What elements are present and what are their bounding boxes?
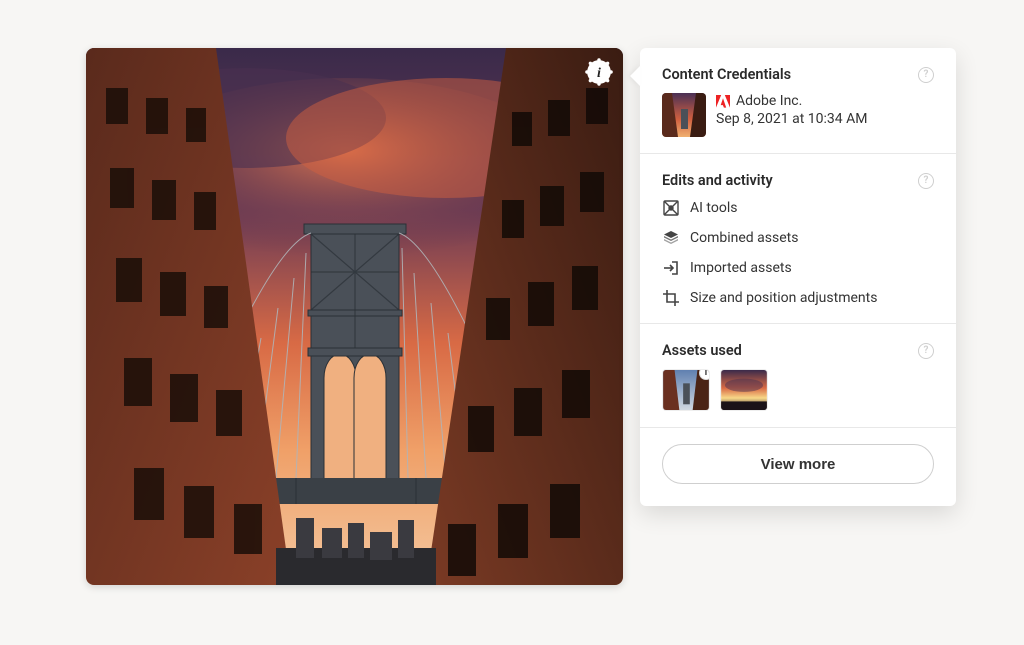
ai-tools-icon: [662, 199, 680, 217]
activity-ai-tools: AI tools: [662, 199, 934, 217]
popover-footer: View more: [640, 427, 956, 506]
help-icon[interactable]: ?: [918, 173, 934, 189]
asset-thumbnail[interactable]: [720, 369, 768, 411]
content-credentials-badge[interactable]: i: [585, 58, 613, 86]
info-glyph: i: [597, 66, 601, 81]
credentials-title: Content Credentials: [662, 66, 791, 83]
edits-title: Edits and activity: [662, 172, 773, 189]
import-icon: [662, 259, 680, 277]
layers-icon: [662, 229, 680, 247]
activity-label: Combined assets: [690, 230, 798, 246]
view-more-button[interactable]: View more: [662, 444, 934, 484]
adobe-logo-icon: [716, 95, 730, 108]
content-credentials-popover: Content Credentials ?: [640, 48, 956, 506]
main-image: i: [86, 48, 623, 585]
asset-thumbnail[interactable]: i: [662, 369, 710, 411]
info-icon: i: [699, 369, 710, 380]
assets-title: Assets used: [662, 342, 742, 359]
activity-size-position: Size and position adjustments: [662, 289, 934, 307]
credentials-section: Content Credentials ?: [640, 48, 956, 153]
edits-section: Edits and activity ? AI tools: [640, 153, 956, 323]
activity-label: Imported assets: [690, 260, 792, 276]
help-icon[interactable]: ?: [918, 343, 934, 359]
activity-label: AI tools: [690, 200, 737, 216]
assets-section: Assets used ? i: [640, 323, 956, 427]
activity-imported-assets: Imported assets: [662, 259, 934, 277]
crop-icon: [662, 289, 680, 307]
producer-name: Adobe Inc.: [736, 93, 802, 109]
credential-thumbnail: [662, 93, 706, 137]
activity-label: Size and position adjustments: [690, 290, 877, 306]
help-icon[interactable]: ?: [918, 67, 934, 83]
credential-timestamp: Sep 8, 2021 at 10:34 AM: [716, 111, 867, 127]
activity-combined-assets: Combined assets: [662, 229, 934, 247]
